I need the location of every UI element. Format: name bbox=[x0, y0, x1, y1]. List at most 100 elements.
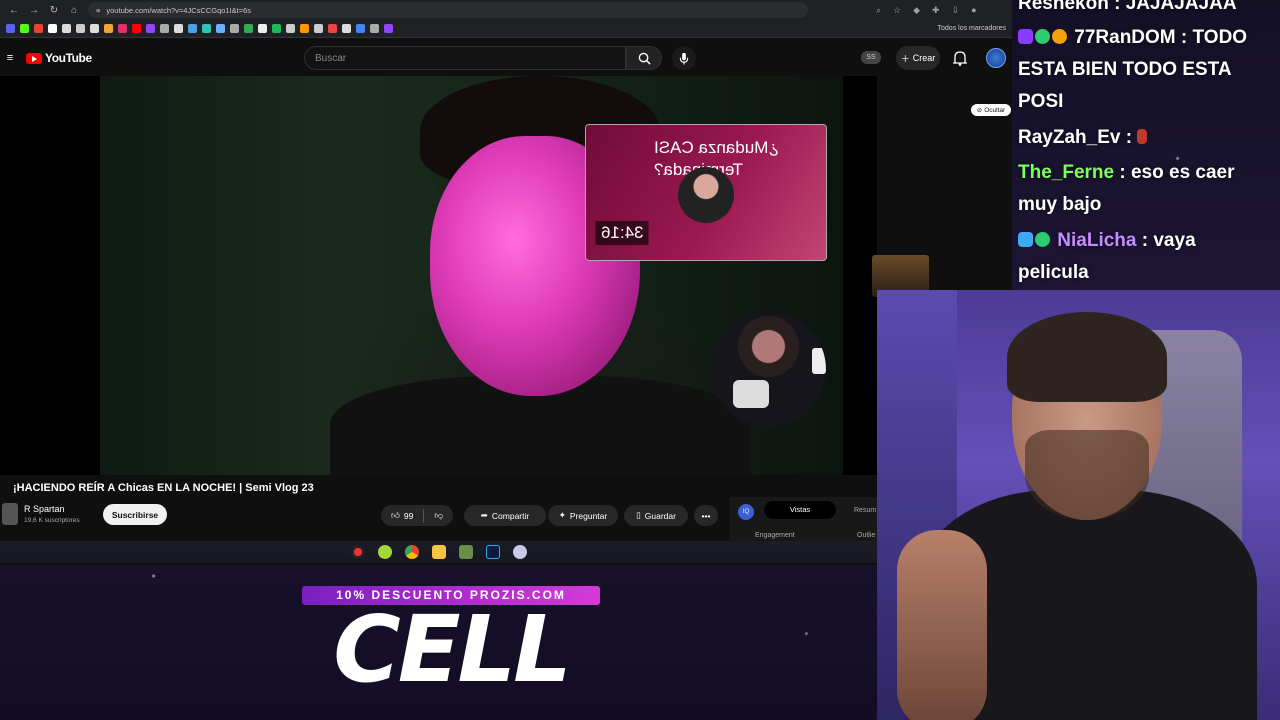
bookmark-icon[interactable] bbox=[216, 24, 225, 33]
ask-button[interactable]: ✦ Preguntar bbox=[548, 505, 618, 526]
url-field[interactable]: ≡ youtube.com/watch?v=4JCsCCGqo1I&t=6s bbox=[88, 2, 808, 18]
webcam-streamer-arm bbox=[897, 530, 987, 720]
create-label: Crear bbox=[912, 53, 936, 63]
bookmark-icon[interactable] bbox=[244, 24, 253, 33]
share-button[interactable]: ➦ Compartir bbox=[464, 505, 546, 526]
bookmark-icon[interactable] bbox=[300, 24, 309, 33]
search-button[interactable] bbox=[626, 46, 662, 70]
bookmark-icon[interactable] bbox=[90, 24, 99, 33]
like-icon[interactable]: 👍︎ bbox=[391, 510, 400, 521]
puzzle-icon[interactable]: ✚ bbox=[932, 5, 940, 16]
end-screen-video-card[interactable]: ¿Mudanza CASI Terminada? 34:16 bbox=[585, 124, 827, 261]
taskbar-app-icon[interactable] bbox=[512, 545, 527, 559]
youtube-header: ≡ YouTube Buscar SS ＋ Crear bbox=[0, 40, 1012, 76]
bookmark-icon[interactable] bbox=[118, 24, 127, 33]
taskbar-app-icon[interactable] bbox=[377, 545, 392, 559]
taskbar-app-icon[interactable] bbox=[458, 545, 473, 559]
chat-username: RayZah_Ev bbox=[1018, 127, 1121, 148]
star-icon[interactable]: ☆ bbox=[893, 5, 901, 16]
avatar-light bbox=[812, 348, 826, 374]
bookmark-icon[interactable] bbox=[272, 24, 281, 33]
outlier-label: Outlie bbox=[857, 532, 876, 539]
chat-username: Reshekon bbox=[1018, 0, 1109, 14]
bookmark-icon[interactable] bbox=[328, 24, 337, 33]
notifications-bell-icon[interactable] bbox=[953, 50, 967, 66]
chat-username: NiaLicha bbox=[1057, 230, 1137, 251]
photoshop-icon[interactable] bbox=[485, 545, 500, 559]
voice-search-button[interactable] bbox=[672, 46, 696, 70]
tab-vistas[interactable]: Vistas bbox=[764, 501, 836, 519]
taskbar-app-icon[interactable] bbox=[350, 545, 365, 559]
bookmark-icon[interactable] bbox=[174, 24, 183, 33]
chat-badge-icon bbox=[1018, 29, 1033, 44]
address-bar: ← → ↻ ⌂ ≡ youtube.com/watch?v=4JCsCCGqo1… bbox=[0, 0, 1012, 20]
chat-message-continued: muy bajo bbox=[1018, 194, 1102, 215]
panel-logo-icon[interactable]: IQ bbox=[738, 504, 754, 520]
account-avatar[interactable] bbox=[986, 48, 1006, 68]
bookmark-icon[interactable] bbox=[202, 24, 211, 33]
browser-window: ← → ↻ ⌂ ≡ youtube.com/watch?v=4JCsCCGqo1… bbox=[0, 0, 1012, 565]
bookmark-icon[interactable] bbox=[62, 24, 71, 33]
chat-text: : bbox=[1120, 127, 1133, 148]
bookmarks-folder[interactable]: Todos los marcadores bbox=[938, 25, 1006, 32]
ss-badge[interactable]: SS bbox=[861, 51, 881, 64]
hamburger-menu-icon[interactable]: ≡ bbox=[4, 52, 16, 64]
profile-icon[interactable]: ● bbox=[971, 5, 976, 16]
file-explorer-icon[interactable] bbox=[431, 545, 446, 559]
bookmark-icon[interactable] bbox=[230, 24, 239, 33]
forward-icon[interactable]: → bbox=[28, 5, 40, 16]
bookmark-icon[interactable] bbox=[286, 24, 295, 33]
bookmark-icon[interactable] bbox=[48, 24, 57, 33]
bookmark-icon[interactable] bbox=[146, 24, 155, 33]
like-count[interactable]: 99 bbox=[404, 511, 413, 521]
like-dislike-group: 👍︎ 99 👎︎ bbox=[381, 505, 453, 526]
bookmarks-bar: Todos los marcadores bbox=[0, 20, 1012, 38]
bookmark-icon[interactable] bbox=[160, 24, 169, 33]
bookmark-icon[interactable] bbox=[76, 24, 85, 33]
dislike-icon[interactable]: 👎︎ bbox=[434, 510, 443, 521]
chat-text: : vaya bbox=[1136, 230, 1196, 251]
channel-avatar[interactable] bbox=[2, 503, 18, 525]
bookmark-icon[interactable] bbox=[34, 24, 43, 33]
bookmark-icon[interactable] bbox=[104, 24, 113, 33]
chat-message-continued: POSI bbox=[1018, 91, 1064, 112]
chrome-icon[interactable] bbox=[404, 545, 419, 559]
bookmark-icon[interactable] bbox=[132, 24, 141, 33]
stream-screen: ← → ↻ ⌂ ≡ youtube.com/watch?v=4JCsCCGqo1… bbox=[0, 0, 1280, 720]
bookmark-icon[interactable] bbox=[384, 24, 393, 33]
chat-message-continued: ESTA BIEN TODO ESTA bbox=[1018, 59, 1232, 80]
bookmark-icon[interactable] bbox=[20, 24, 29, 33]
bookmark-icon[interactable] bbox=[342, 24, 351, 33]
search-input[interactable]: Buscar bbox=[304, 46, 626, 70]
tab-resumen[interactable]: Resum bbox=[854, 507, 876, 514]
zoom-icon[interactable]: ⌕ bbox=[876, 5, 881, 16]
webcam-streamer-hair bbox=[1007, 312, 1167, 402]
bookmark-icon[interactable] bbox=[314, 24, 323, 33]
share-icon: ➦ bbox=[480, 510, 488, 520]
bookmark-icon[interactable] bbox=[188, 24, 197, 33]
bookmark-icon[interactable] bbox=[370, 24, 379, 33]
extension-icon[interactable]: ◆ bbox=[913, 5, 920, 16]
plus-icon: ＋ bbox=[900, 53, 910, 64]
chat-username: 77RanDOM bbox=[1074, 27, 1176, 48]
youtube-logo[interactable]: YouTube bbox=[26, 51, 92, 65]
create-button[interactable]: ＋ Crear bbox=[896, 46, 940, 70]
site-info-icon[interactable]: ≡ bbox=[96, 6, 100, 15]
more-actions-button[interactable]: ••• bbox=[694, 505, 718, 526]
chat-text: : eso es caer bbox=[1114, 162, 1235, 183]
download-icon[interactable]: ⇩ bbox=[952, 5, 960, 16]
hide-chat-button[interactable]: ⊘ Ocultar bbox=[971, 104, 1011, 116]
bookmark-icon[interactable] bbox=[6, 24, 15, 33]
home-icon[interactable]: ⌂ bbox=[68, 5, 80, 16]
back-icon[interactable]: ← bbox=[8, 5, 20, 16]
subscribe-button[interactable]: Suscribirse bbox=[103, 504, 167, 525]
reload-icon[interactable]: ↻ bbox=[48, 5, 60, 16]
chat-badge-icon bbox=[1035, 29, 1050, 44]
video-player[interactable]: ¿Mudanza CASI Terminada? 34:16 bbox=[0, 76, 877, 475]
bookmark-icon[interactable] bbox=[356, 24, 365, 33]
end-screen-channel-avatar[interactable] bbox=[711, 312, 826, 427]
bookmark-icon[interactable] bbox=[258, 24, 267, 33]
channel-name[interactable]: R Spartan bbox=[24, 504, 65, 514]
save-button[interactable]: ▯ Guardar bbox=[624, 505, 688, 526]
like-divider bbox=[423, 508, 425, 523]
